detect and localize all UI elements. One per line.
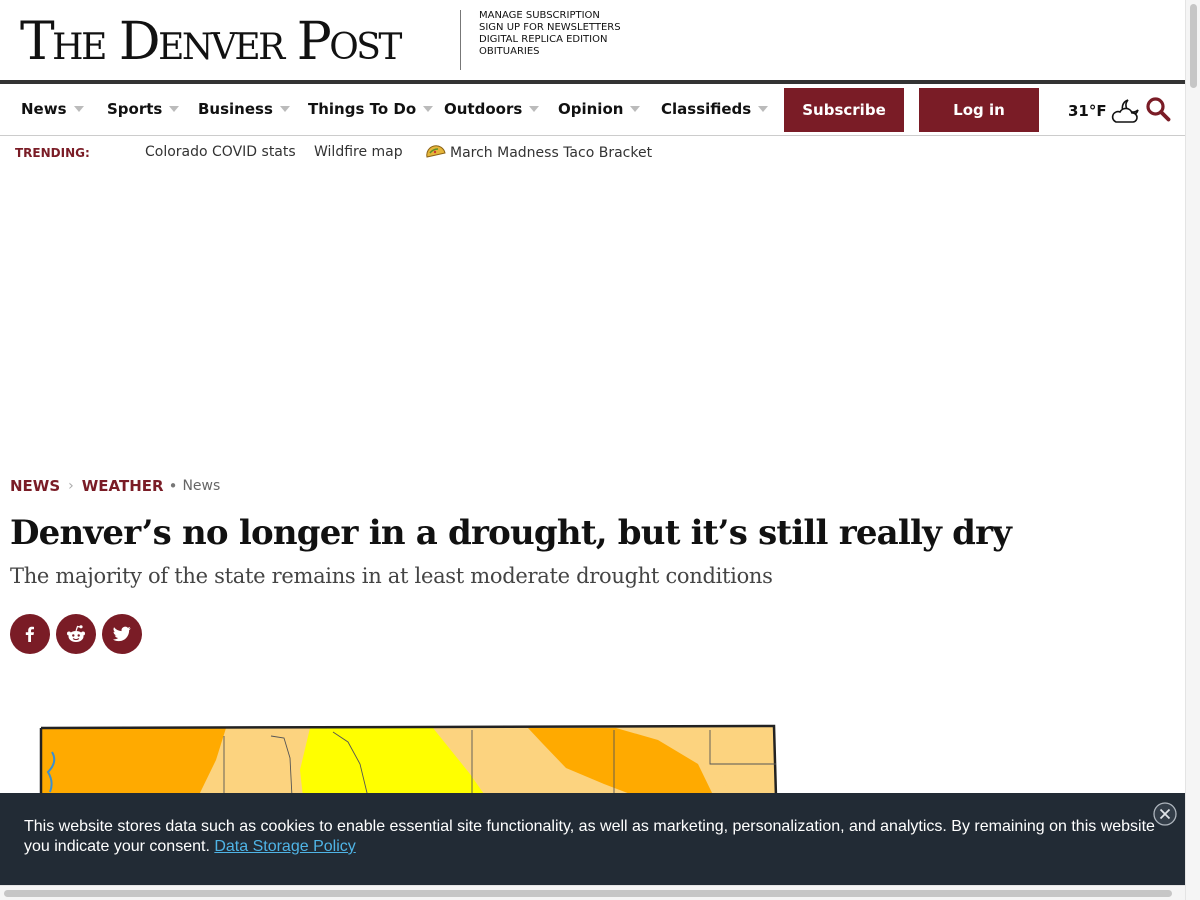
newsletters-link[interactable]: Sign Up For Newsletters (479, 22, 621, 34)
chevron-down-icon (630, 106, 641, 112)
breadcrumb-weather[interactable]: WEATHER (82, 477, 164, 495)
trending-link-label: March Madness Taco Bracket (450, 145, 653, 161)
facebook-icon (25, 626, 34, 642)
digital-replica-link[interactable]: Digital Replica Edition (479, 34, 621, 46)
nav-item-outdoors[interactable]: Outdoors (444, 100, 540, 118)
twitter-icon (113, 626, 131, 642)
vertical-scrollbar[interactable] (1185, 0, 1200, 900)
nav-item-business[interactable]: Business (198, 100, 290, 118)
article-headline: Denver’s no longer in a drought, but it’… (10, 513, 1012, 553)
search-icon[interactable] (1145, 96, 1171, 122)
data-storage-policy-link[interactable]: Data Storage Policy (214, 838, 355, 855)
nav-item-label: News (21, 100, 67, 118)
trending-label: TRENDING: (15, 146, 90, 160)
twitter-share-button[interactable] (102, 614, 142, 654)
site-logo[interactable]: The Denver Post (20, 12, 402, 72)
obituaries-link[interactable]: Obituaries (479, 46, 621, 58)
nav-item-label: Opinion (558, 100, 624, 118)
reddit-icon (67, 625, 85, 642)
login-button[interactable]: Log in (919, 88, 1039, 132)
nav-item-classifieds[interactable]: Classifieds (661, 100, 769, 118)
nav-item-label: Things To Do (308, 100, 417, 118)
subscribe-button[interactable]: Subscribe (784, 88, 904, 132)
horizontal-scrollbar[interactable] (0, 885, 1185, 900)
cookie-banner: This website stores data such as cookies… (0, 793, 1185, 885)
drought-map-image (39, 724, 778, 797)
chevron-down-icon (73, 106, 84, 112)
cookie-message: This website stores data such as cookies… (24, 817, 1164, 857)
chevron-down-icon (169, 106, 180, 112)
chevron-down-icon (529, 106, 540, 112)
trending-link-wildfire[interactable]: Wildfire map (314, 144, 403, 160)
utility-links: Manage Subscription Sign Up For Newslett… (479, 10, 621, 58)
cookie-text: This website stores data such as cookies… (24, 818, 1155, 855)
article-dek: The majority of the state remains in at … (10, 564, 773, 588)
chevron-down-icon (279, 106, 290, 112)
logo-divider (460, 10, 461, 70)
nav-item-opinion[interactable]: Opinion (558, 100, 641, 118)
scrollbar-thumb[interactable] (1190, 4, 1197, 88)
chevron-down-icon (423, 106, 434, 112)
chevron-right-icon: › (68, 478, 74, 494)
reddit-share-button[interactable] (56, 614, 96, 654)
weather-widget[interactable]: 31°F (1068, 98, 1141, 124)
breadcrumb-news[interactable]: NEWS (10, 477, 60, 495)
trending-link-taco[interactable]: March Madness Taco Bracket (426, 144, 652, 161)
facebook-share-button[interactable] (10, 614, 50, 654)
close-icon[interactable] (1153, 802, 1177, 826)
trending-bar: TRENDING: Colorado COVID stats Wildfire … (0, 137, 1185, 169)
partly-cloudy-night-icon (1111, 99, 1139, 123)
nav-item-things-to-do[interactable]: Things To Do (308, 100, 434, 118)
separator-dot: • (168, 477, 178, 495)
nav-item-news[interactable]: News (21, 100, 84, 118)
breadcrumb: NEWS › WEATHER • News (10, 477, 220, 495)
nav-item-label: Business (198, 100, 273, 118)
masthead: The Denver Post Manage Subscription Sign… (0, 0, 1185, 80)
trending-link-covid[interactable]: Colorado COVID stats (145, 144, 296, 160)
share-buttons (10, 614, 148, 654)
scrollbar-thumb[interactable] (4, 890, 1172, 897)
nav-item-label: Outdoors (444, 100, 523, 118)
primary-nav: News Sports Business Things To Do Outdoo… (0, 84, 1185, 136)
nav-item-label: Classifieds (661, 100, 752, 118)
nav-item-label: Sports (107, 100, 163, 118)
manage-subscription-link[interactable]: Manage Subscription (479, 10, 621, 22)
taco-icon (426, 145, 446, 158)
chevron-down-icon (758, 106, 769, 112)
nav-item-sports[interactable]: Sports (107, 100, 180, 118)
temperature: 31°F (1068, 102, 1107, 120)
section-label: News (182, 478, 221, 494)
